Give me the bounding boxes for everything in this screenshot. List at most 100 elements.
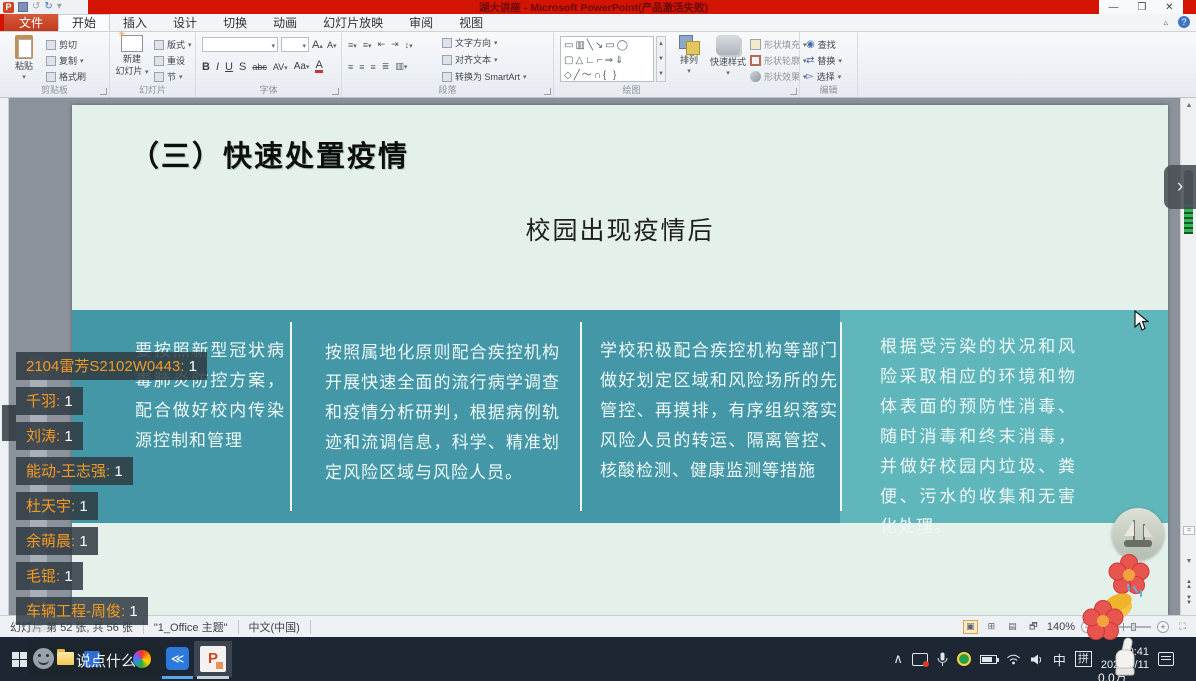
content-column-4[interactable]: 根据受污染的状况和风险采取相应的环境和物体表面的预防性消毒、随时消毒和终末消毒，… [880,332,1076,542]
meeting-app-icon[interactable]: ≪ [166,647,189,670]
justify-icon[interactable]: ≣ [382,61,390,72]
qat-dropdown-icon[interactable]: ▾ [57,2,62,12]
ribbon-tab-transitions[interactable]: 切换 [210,14,260,31]
bullets-icon[interactable]: ≡▾ [348,40,357,50]
close-button[interactable]: ✕ [1165,2,1173,13]
action-center-icon[interactable] [1158,652,1174,666]
section-button[interactable]: 节▾ [154,69,183,84]
slide-subtitle[interactable]: 校园出现疫情后 [72,211,1168,247]
undo-icon[interactable]: ↺ [32,2,40,12]
scroll-up-icon[interactable]: ▲ [1181,102,1196,109]
font-dialog-launcher-icon[interactable] [332,88,339,95]
shape-fill-button[interactable]: 形状填充▾ [750,37,807,52]
ime-language-indicator[interactable]: 中 [1053,650,1066,669]
battery-icon[interactable] [980,655,997,664]
ribbon-tab-animations[interactable]: 动画 [260,14,310,31]
content-column-3[interactable]: 学校积极配合疾控机构等部门做好划定区域和风险场所的先管控、再摸排，有序组织落实风… [600,336,838,486]
start-button[interactable] [12,652,27,667]
shape-outline-button[interactable]: 形状轮廓▾ [750,53,807,68]
ribbon-tab-review[interactable]: 审阅 [396,14,446,31]
change-case-button[interactable]: Aa▾ [294,61,310,72]
layout-button[interactable]: 版式▾ [154,37,192,52]
slide-sorter-view-button[interactable]: ⊞ [984,620,999,634]
content-column-2[interactable]: 按照属地化原则配合疾控机构开展快速全面的流行病学调查和疫情分析研判，根据病例轨迹… [325,338,560,488]
previous-slide-button[interactable]: ▲▲ [1181,580,1196,590]
underline-button[interactable]: U [225,61,233,73]
fit-to-window-button[interactable]: ⛶ [1175,620,1190,634]
find-button[interactable]: ◉查找 [806,37,836,52]
paste-button[interactable]: 粘贴▾ [6,35,42,83]
arrange-button[interactable]: 排列▾ [672,35,706,77]
antivirus-tray-icon[interactable] [957,652,971,666]
ribbon-tab-design[interactable]: 设计 [160,14,210,31]
shape-effects-button[interactable]: 形状效果▾ [750,69,807,84]
file-explorer-icon[interactable] [57,652,74,665]
slide-heading[interactable]: （三）快速处置疫情 [130,133,409,175]
bold-button[interactable]: B [202,61,210,73]
microphone-icon[interactable] [937,652,948,667]
slideshow-view-button[interactable]: 🗗 [1026,620,1041,634]
align-left-icon[interactable]: ≡ [348,62,353,72]
volume-icon[interactable] [1030,653,1044,666]
new-slide-button[interactable]: 新建 幻灯片 ▾ [114,35,150,78]
collapse-ribbon-icon[interactable]: ▵ [1163,17,1168,28]
powerpoint-app-icon[interactable]: P [3,2,14,13]
drawing-dialog-launcher-icon[interactable] [790,88,797,95]
shapes-gallery[interactable]: ▭▥╲↘▭◯▢△∟⌐⇒⇓◇╱～∩{ } [560,36,654,82]
font-name-combobox[interactable]: ▾ [202,37,278,52]
character-spacing-button[interactable]: AV▾ [273,62,288,72]
emoji-smiley-icon[interactable] [33,648,54,669]
cut-button[interactable]: 剪切 [46,37,77,52]
copy-button[interactable]: 复制▾ [46,53,84,68]
redo-icon[interactable]: ↻ [44,2,52,12]
normal-view-button[interactable]: ▣ [963,620,978,634]
pane-splitter-handle[interactable]: = [1183,526,1195,535]
font-color-button[interactable]: A [315,60,322,73]
text-direction-button[interactable]: 文字方向▾ [442,35,498,50]
slide-canvas[interactable]: （三）快速处置疫情 校园出现疫情后 要按照新型冠状病毒肺炎防控方案，配合做好校内… [72,105,1168,615]
minimize-button[interactable]: — [1108,2,1118,13]
powerpoint-taskbar-icon[interactable]: P [200,646,226,672]
quick-styles-button[interactable]: 快速样式▾ [708,35,748,79]
streaming-panel-collapse-tab[interactable]: › [1164,165,1196,209]
tray-expand-icon[interactable]: ∧ [893,651,903,667]
slides-panel-collapsed[interactable] [0,98,9,615]
zoom-in-button[interactable]: + [1157,621,1169,633]
align-right-icon[interactable]: ≡ [371,62,376,72]
help-icon[interactable]: ? [1178,16,1190,28]
scroll-down-icon[interactable]: ▼ [1181,558,1196,565]
decrease-indent-icon[interactable]: ⇤ [378,39,386,50]
select-button[interactable]: ▻选择▾ [806,69,841,84]
text-shadow-button[interactable]: S [239,61,246,73]
emoji-picker-icon[interactable] [133,650,151,668]
convert-smartart-button[interactable]: 转换为 SmartArt▾ [442,69,527,84]
increase-indent-icon[interactable]: ⇥ [391,39,399,50]
replace-button[interactable]: ⇄替换▾ [806,53,842,68]
ribbon-tab-home[interactable]: 开始 [58,14,110,31]
font-size-combobox[interactable]: ▾ [281,37,309,52]
screen-recording-icon[interactable] [912,653,928,666]
shrink-font-button[interactable]: A▾ [327,37,337,52]
next-slide-button[interactable]: ▼▼ [1181,596,1196,606]
shapes-gallery-scroll[interactable]: ▲▼▼ [656,36,666,82]
ribbon-tab-slideshow[interactable]: 幻灯片放映 [310,14,396,31]
numbering-icon[interactable]: ≡▾ [363,40,372,50]
italic-button[interactable]: I [216,61,219,73]
ribbon-tab-view[interactable]: 视图 [446,14,496,31]
align-text-button[interactable]: 对齐文本▾ [442,52,498,67]
reading-view-button[interactable]: ▤ [1005,620,1020,634]
language-status[interactable]: 中文(中国) [239,620,311,634]
grow-font-button[interactable]: A▴ [312,37,323,52]
strikethrough-button[interactable]: abc [252,62,267,72]
clipboard-dialog-launcher-icon[interactable] [100,88,107,95]
reset-button[interactable]: 重设 [154,53,185,68]
save-icon[interactable] [18,2,28,12]
maximize-button[interactable]: ❐ [1137,2,1146,13]
ime-pinyin-indicator[interactable]: 拼 [1075,651,1092,667]
ribbon-tab-file[interactable]: 文件 [4,14,58,31]
line-spacing-icon[interactable]: ↕▾ [405,40,413,50]
align-center-icon[interactable]: ≡ [359,62,364,72]
columns-icon[interactable]: ▥▾ [395,61,407,72]
format-painter-button[interactable]: 格式刷 [46,69,86,84]
zoom-level[interactable]: 140% [1047,621,1075,633]
